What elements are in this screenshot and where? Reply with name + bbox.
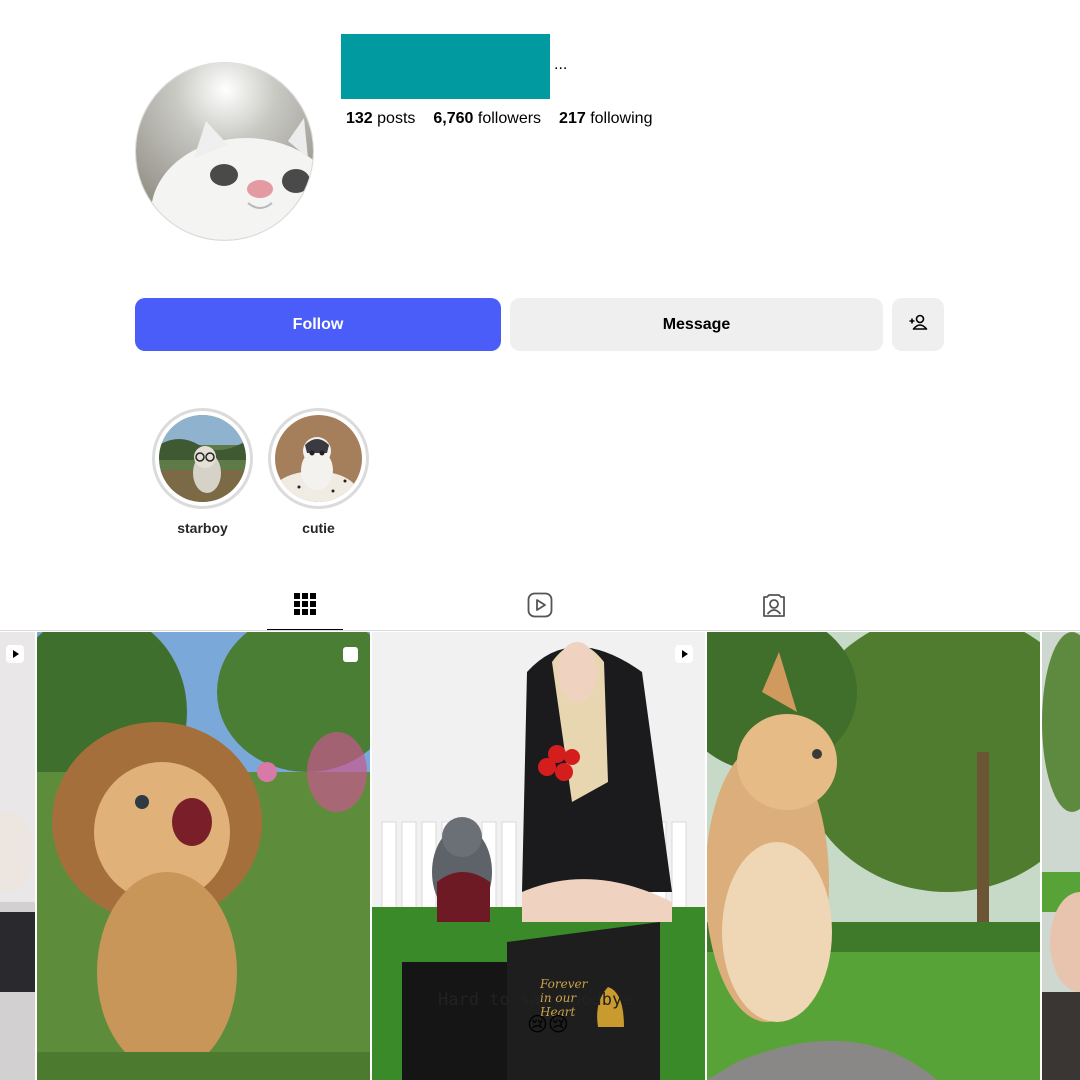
- username-redacted: [341, 34, 550, 99]
- reel-icon: [5, 644, 25, 664]
- profile-tabs: [0, 584, 1080, 632]
- stat-posts[interactable]: 132 posts: [346, 110, 415, 128]
- tabs-divider: [0, 630, 1080, 631]
- grid-icon: [293, 592, 317, 621]
- post-overlay-caption: Hard to say goodbye: [438, 990, 633, 1010]
- highlight-cutie-image: [275, 415, 362, 502]
- tab-tagged[interactable]: [736, 584, 812, 631]
- stat-followers[interactable]: 6,760 followers: [433, 110, 541, 128]
- tagged-icon: [761, 592, 787, 623]
- suggested-accounts-button[interactable]: [892, 298, 944, 351]
- highlight-starboy[interactable]: starboy: [152, 408, 253, 536]
- stat-following[interactable]: 217 following: [559, 110, 652, 128]
- follow-button[interactable]: Follow: [135, 298, 501, 351]
- profile-stats: 132 posts 6,760 followers 217 following: [346, 110, 652, 128]
- stat-posts-label: posts: [377, 110, 416, 127]
- post-partial-right[interactable]: [1042, 632, 1080, 1080]
- profile-page: ... 132 posts 6,760 followers 217 follow…: [0, 0, 1080, 1080]
- profile-avatar[interactable]: [135, 62, 314, 241]
- highlight-cutie[interactable]: cutie: [268, 408, 369, 536]
- more-options-button[interactable]: ...: [554, 56, 567, 74]
- post-goodbye[interactable]: Hard to say goodbye Forever in our Heart…: [372, 632, 705, 1080]
- message-button[interactable]: Message: [510, 298, 883, 351]
- post-orange-cat[interactable]: [707, 632, 1040, 1080]
- tab-posts[interactable]: [267, 584, 343, 631]
- tab-reels[interactable]: [502, 584, 578, 631]
- reels-icon: [527, 592, 553, 623]
- stat-followers-value: 6,760: [433, 110, 474, 127]
- stat-posts-value: 132: [346, 110, 373, 127]
- add-person-icon: [908, 312, 928, 337]
- highlight-starboy-image: [159, 415, 246, 502]
- reel-icon: [674, 644, 694, 664]
- post-lion-cat[interactable]: [37, 632, 370, 1080]
- post-partial-left[interactable]: [0, 632, 35, 1080]
- stat-following-label: following: [590, 110, 653, 127]
- highlight-cutie-label: cutie: [302, 520, 335, 536]
- highlight-starboy-label: starboy: [177, 520, 228, 536]
- stat-following-value: 217: [559, 110, 586, 127]
- stat-followers-label: followers: [477, 110, 542, 127]
- crying-emoji: 😢😢: [527, 1012, 569, 1036]
- carousel-icon: [340, 644, 360, 664]
